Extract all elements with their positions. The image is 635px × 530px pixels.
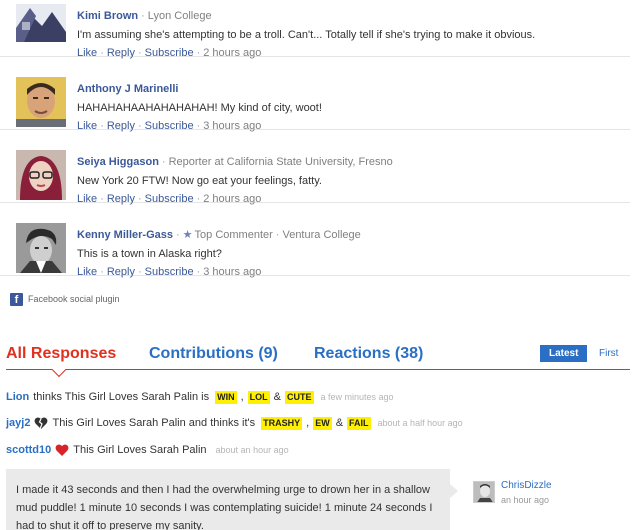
comment-text: I'm assuming she's attempting to be a tr… (77, 29, 536, 41)
reaction-user[interactable]: scottd10 (6, 444, 51, 456)
comment-item: Kimi Brown · Lyon College I'm assuming she… (0, 0, 630, 59)
star-icon: ★ (182, 229, 193, 241)
reaction-tag[interactable]: WIN (215, 390, 237, 404)
reply-link[interactable]: Reply (107, 266, 135, 278)
commenter-affiliation[interactable]: Reporter at California State University,… (169, 156, 393, 168)
tab-contributions[interactable]: Contributions (9) (149, 343, 278, 365)
tab-divider (6, 369, 630, 370)
broken-heart-icon (34, 416, 48, 430)
reaction-text: thinks This Girl Loves Sarah Palin is (33, 391, 210, 403)
commenter-avatar[interactable] (16, 77, 66, 127)
commenter-avatar[interactable] (16, 4, 66, 42)
comment-author-name[interactable]: ChrisDizzle (501, 479, 552, 492)
subscribe-link[interactable]: Subscribe (145, 266, 194, 278)
reaction-time: about an hour ago (215, 445, 289, 455)
reaction-tag[interactable]: FAIL (347, 416, 371, 430)
reaction-tag[interactable]: LOL (247, 390, 270, 404)
reaction-row: jayj2 This Girl Loves Sarah Palin and th… (6, 416, 463, 430)
tab-all-responses[interactable]: All Responses (6, 343, 116, 365)
reaction-time: a few minutes ago (320, 392, 394, 402)
facebook-plugin-footer[interactable]: f Facebook social plugin (10, 292, 120, 306)
comment-text: This is a town in Alaska right? (77, 248, 222, 260)
comment-item: Seiya Higgason · Reporter at California St… (0, 130, 630, 205)
comment-item: Anthony J Marinelli HAHAHAHAAHAHAHAHAH! … (0, 57, 630, 132)
reaction-tag[interactable]: TRASHY (261, 416, 303, 430)
commenter-name[interactable]: Seiya Higgason (77, 156, 159, 168)
reaction-text: This Girl Loves Sarah Palin (73, 444, 207, 456)
commenter-name[interactable]: Kimi Brown (77, 10, 138, 22)
facebook-logo-icon: f (10, 292, 23, 306)
comment-text: New York 20 FTW! Now go eat your feeling… (77, 175, 322, 187)
comment-bubble: I made it 43 seconds and then I had the … (6, 469, 450, 530)
reaction-row: Lion thinks This Girl Loves Sarah Palin … (6, 390, 394, 404)
reaction-row: scottd10 This Girl Loves Sarah Palin abo… (6, 442, 289, 458)
comment-bubble-pointer (450, 484, 458, 498)
commenter-name[interactable]: Kenny Miller-Gass (77, 229, 173, 241)
reaction-tag[interactable]: EW (313, 416, 332, 430)
commenter-affiliation[interactable]: Ventura College (282, 229, 360, 241)
sort-first-link[interactable]: First (599, 345, 618, 362)
heart-icon (55, 443, 69, 457)
reaction-tag[interactable]: CUTE (285, 390, 314, 404)
reaction-user[interactable]: jayj2 (6, 417, 30, 429)
commenter-avatar[interactable] (16, 150, 66, 200)
comment-text: HAHAHAHAAHAHAHAHAH! My kind of city, woo… (77, 102, 322, 114)
commenter-affiliation[interactable]: Lyon College (148, 10, 212, 22)
top-commenter-badge: Top Commenter (194, 229, 273, 241)
comment-time: 3 hours ago (203, 266, 262, 278)
comment-author-avatar[interactable] (473, 481, 495, 503)
commenter-name[interactable]: Anthony J Marinelli (77, 83, 178, 95)
sort-latest-button[interactable]: Latest (540, 345, 588, 362)
commenter-avatar[interactable] (16, 223, 66, 273)
tab-reactions[interactable]: Reactions (38) (314, 343, 423, 365)
comment-author-time: an hour ago (501, 495, 550, 505)
comment-bubble-text: I made it 43 seconds and then I had the … (16, 484, 433, 530)
reaction-time: about a half hour ago (377, 418, 463, 428)
facebook-plugin-label[interactable]: Facebook social plugin (28, 294, 120, 304)
comment-item: Kenny Miller-Gass · ★ Top Commenter · Ventura… (0, 203, 630, 278)
like-link[interactable]: Like (77, 266, 97, 278)
reaction-text: This Girl Loves Sarah Palin and thinks i… (52, 417, 256, 429)
reaction-user[interactable]: Lion (6, 391, 29, 403)
response-tabs: All Responses Contributions (9) Reaction… (6, 343, 630, 369)
